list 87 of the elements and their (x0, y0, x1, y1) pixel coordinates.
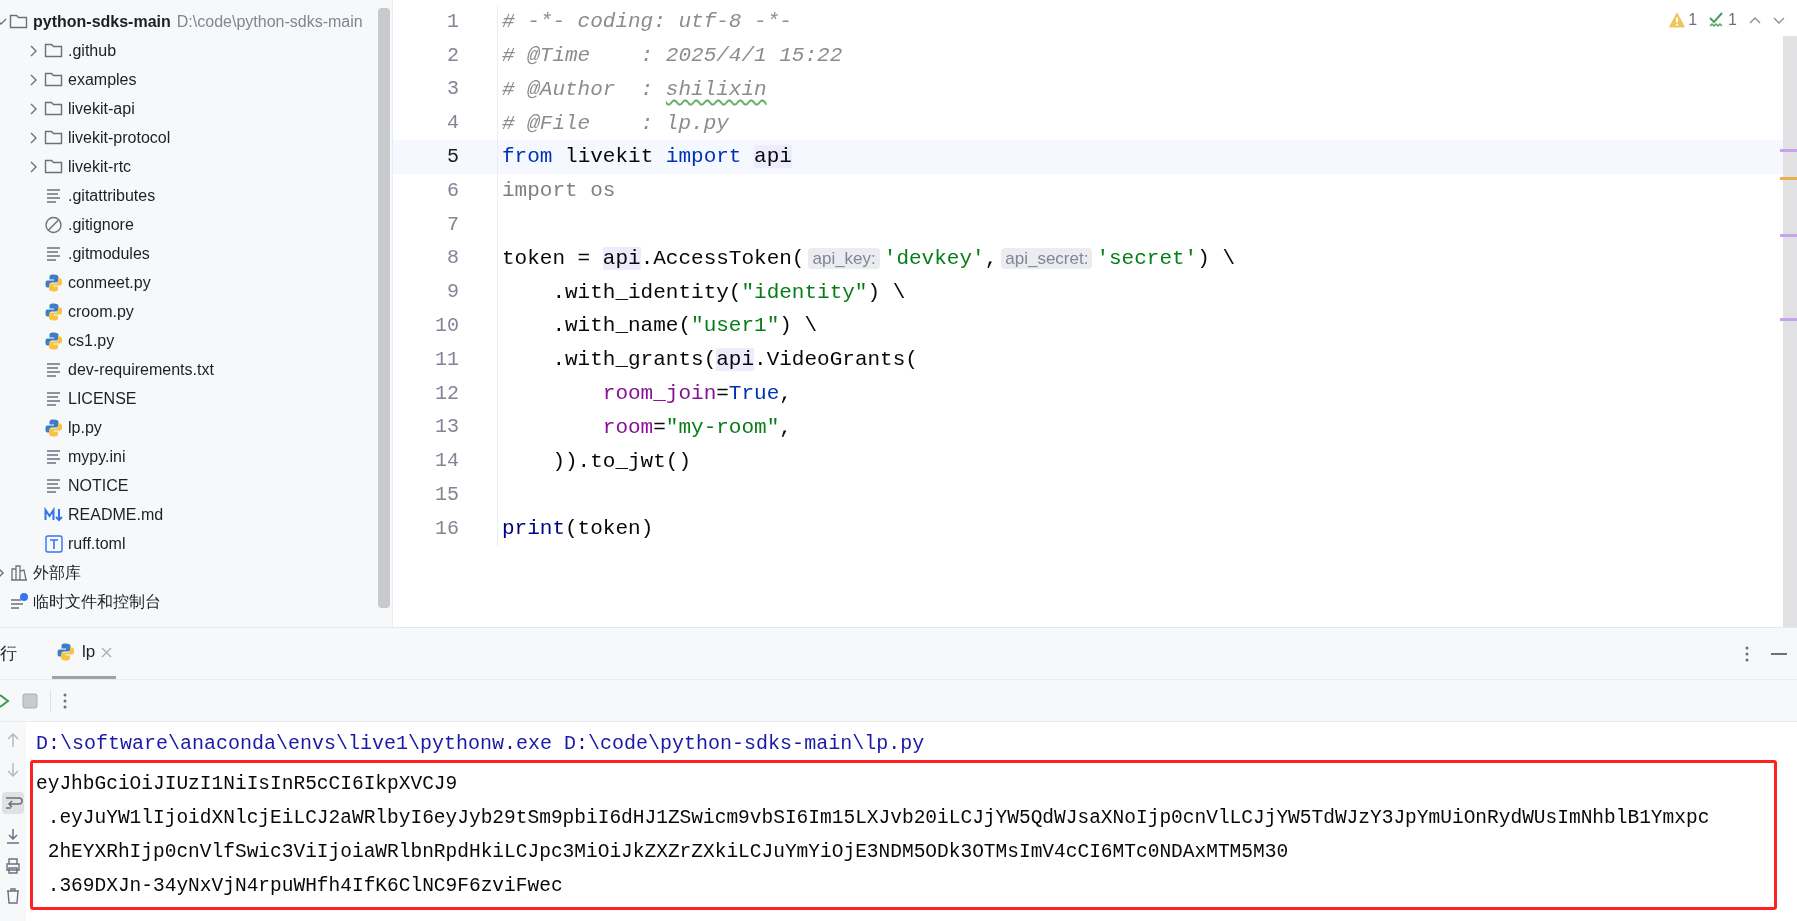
panel-title: 行 (0, 642, 18, 665)
console-line: eyJhbGciOiJIUzI1NiIsInR5cCI6IkpXVCJ9 (36, 772, 459, 797)
check-icon (1709, 12, 1726, 28)
tree-item[interactable]: cs1.py (0, 326, 378, 355)
tree-item[interactable]: README.md (0, 500, 378, 529)
line-number: 14 (434, 448, 460, 475)
code-line: token = api.AccessToken( api_key: 'devkey', api_secret: 'secret') \ (502, 245, 1236, 272)
minimize-icon[interactable] (1771, 652, 1787, 655)
marker-stripe (1780, 177, 1797, 180)
marker-stripe (1780, 149, 1797, 152)
line-number: 12 (434, 380, 460, 407)
python-icon (56, 642, 76, 662)
config-file-icon (44, 533, 64, 554)
tree-item[interactable]: .gitattributes (0, 181, 378, 210)
chevron-down-icon[interactable] (1773, 15, 1785, 25)
tree-item[interactable]: LICENSE (0, 384, 378, 413)
scrollbar[interactable] (378, 8, 390, 608)
line-number: 11 (434, 346, 460, 373)
line-number: 1 (446, 8, 460, 35)
code-line: room="my-room", (601, 414, 792, 441)
tree-item[interactable]: 临时文件和控制台 (0, 587, 378, 616)
line-number: 7 (446, 211, 460, 238)
console-line: .eyJuYW1lIjoidXNlcjEiLCJ2aWRlbyI6eyJyb29tSm9pbiI6dHJ1ZSwicm9vbSI6Im15LXJvb20iLCJjYW5QdWJsaXNoIjp0cnVlLCJjYW5TdWJzY3JpYmUiOnRydWUsImNhblB1Ymxpc (46, 806, 1711, 831)
code-line: )).to_jwt() (551, 448, 692, 475)
scrollbar-track[interactable] (1783, 36, 1797, 627)
tree-item[interactable]: livekit-api (0, 94, 378, 123)
marker-stripe (1780, 234, 1797, 237)
python-file-icon (44, 417, 64, 438)
line-number: 3 (446, 76, 460, 103)
trash-icon[interactable] (6, 888, 20, 904)
rerun-icon[interactable] (0, 691, 10, 710)
marker-stripe (1780, 318, 1797, 321)
line-number: 13 (434, 414, 460, 441)
run-tab[interactable]: lp (52, 628, 117, 679)
tree-item[interactable]: python-sdks-main D:\code\python-sdks-main (0, 7, 378, 36)
tree-item[interactable]: lp.py (0, 413, 378, 442)
code-line: from livekit import api (502, 144, 792, 171)
code-line: .with_grants(api.VideoGrants( (551, 347, 918, 374)
console-line: 2hEYXRhIjp0cnVlfSwic3ViIjoiaWRlbnRpdHkiLCJpc3MiOiJkZXZrZXkiLCJuYmYiOjE3NDM5ODk3OTMsImV4cCI6MTc0NDAxMTM5M30 (46, 840, 1290, 865)
python-file-icon (44, 301, 64, 322)
code-line: .with_name("user1") \ (551, 313, 818, 340)
tree-item[interactable]: ruff.toml (0, 529, 378, 558)
line-number: 5 (446, 144, 460, 171)
warning-icon (1669, 12, 1686, 28)
library-icon (9, 562, 29, 583)
line-number: 9 (446, 279, 460, 306)
console-command: D:\software\anaconda\envs\live1\pythonw.exe D:\code\python-sdks-main\lp.py (36, 731, 926, 757)
tree-item[interactable]: NOTICE (0, 471, 378, 500)
console-line: .369DXJn-34yNxVjN4rpuWHfh4IfK6ClNC9F6zviFwec (46, 874, 564, 899)
inspection-counter[interactable]: 1 (1709, 8, 1737, 32)
tree-item[interactable]: mypy.ini (0, 442, 378, 471)
line-number: 8 (446, 245, 460, 272)
more-icon[interactable] (1745, 645, 1749, 662)
more-icon[interactable] (63, 692, 67, 709)
chevron-up-icon[interactable] (1749, 15, 1761, 25)
blocked-file-icon (44, 214, 64, 235)
tree-item[interactable]: livekit-protocol (0, 123, 378, 152)
code-line: print(token) (502, 516, 654, 543)
code-line: # @File : lp.py (502, 110, 729, 137)
tree-item[interactable]: examples (0, 65, 378, 94)
code-line: # @Author : shilixin (502, 76, 767, 103)
tree-item[interactable]: 外部库 (0, 558, 378, 587)
line-number: 2 (446, 42, 460, 69)
print-icon[interactable] (5, 858, 21, 874)
code-line: import os (502, 178, 616, 205)
tree-item[interactable]: croom.py (0, 297, 378, 326)
code-line: room_join=True, (601, 380, 792, 407)
code-line: .with_identity("identity") \ (551, 279, 906, 306)
line-number: 4 (446, 110, 460, 137)
line-number: 16 (434, 515, 460, 542)
tree-item[interactable]: dev-requirements.txt (0, 355, 378, 384)
line-number: 10 (434, 313, 460, 340)
tree-item[interactable]: livekit-rtc (0, 152, 378, 181)
inspection-counter[interactable]: 1 (1669, 8, 1698, 32)
code-line: # -*- coding: utf-8 -*- (502, 9, 792, 36)
python-file-icon (44, 272, 64, 293)
tree-item[interactable]: .gitignore (0, 210, 378, 239)
download-icon[interactable] (6, 828, 20, 844)
tree-item[interactable]: .github (0, 36, 378, 65)
tree-item[interactable]: conmeet.py (0, 268, 378, 297)
tree-item[interactable]: .gitmodules (0, 239, 378, 268)
line-number: 15 (434, 482, 460, 509)
code-line: # @Time : 2025/4/1 15:22 (502, 42, 843, 69)
soft-wrap-icon[interactable] (2, 792, 24, 814)
scratch-file-icon (9, 591, 29, 612)
line-number: 6 (446, 177, 460, 204)
python-file-icon (44, 330, 64, 351)
